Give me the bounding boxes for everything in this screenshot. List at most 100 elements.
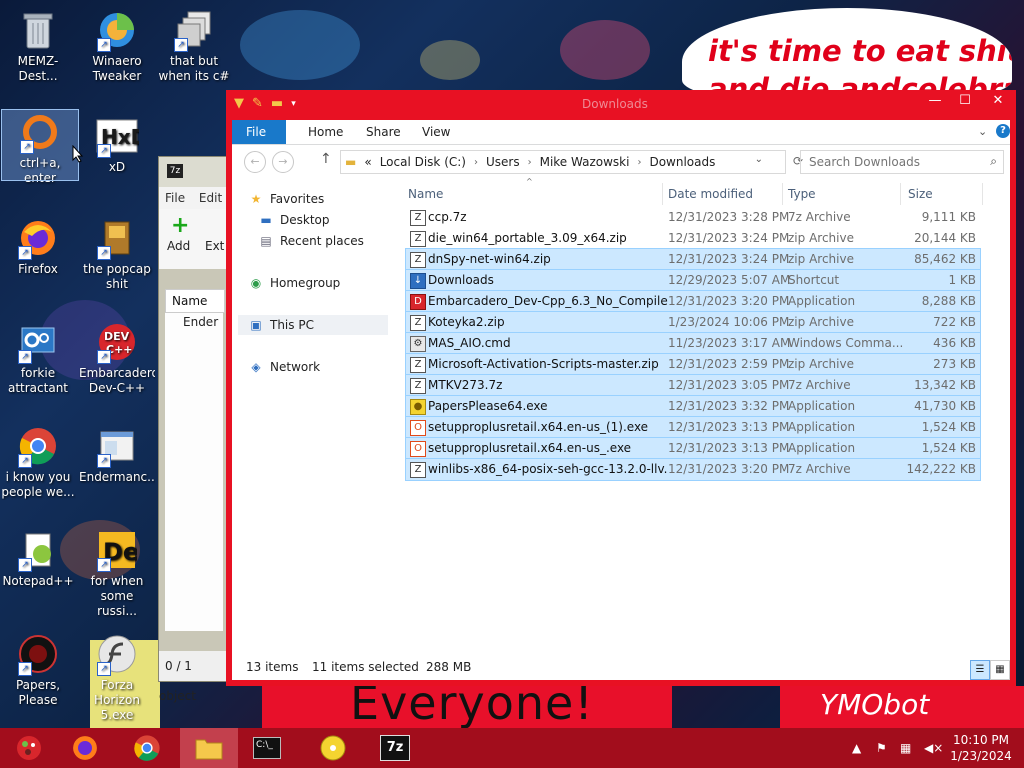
file-row[interactable]: Z MTKV273.7z 12/31/2023 3:05 PM 7z Archive 1… [405, 374, 981, 397]
file-row[interactable]: Z Microsoft-Activation-Scripts-master.zip… [405, 353, 981, 376]
crumb-separator-icon[interactable]: › [637, 157, 641, 168]
tray-show-hidden-icon[interactable]: ▲ [852, 728, 861, 768]
column-header-date[interactable]: Date modified [668, 183, 753, 205]
help-icon[interactable]: ? [996, 124, 1010, 138]
bg-col-name[interactable]: Name [165, 289, 225, 313]
desktop-icon-forza[interactable]: ↗ Forza Horizon 5.exe [79, 632, 155, 723]
speech-text-line1: it's time to eat shit [708, 34, 1012, 68]
desktop-icon-devcpp[interactable]: DEV C++ ↗ Embarcadero Dev-C++ [79, 320, 155, 396]
taskbar-chrome[interactable] [118, 728, 176, 768]
column-header-type[interactable]: Type [788, 183, 816, 205]
up-button[interactable]: ↑ [320, 151, 332, 167]
bg-row-item[interactable]: Ender [165, 313, 223, 331]
cmd-file-icon: ⚙ [410, 336, 426, 352]
nav-this-pc[interactable]: ▣ This PC [248, 315, 314, 335]
file-row[interactable]: Z Koteyka2.zip 1/23/2024 10:06 PM zip Archi… [405, 311, 981, 334]
tab-share[interactable]: Share [352, 120, 415, 144]
file-row[interactable]: Osetupproplusretail.x64.en-us_.exe 12/31/… [405, 437, 981, 460]
tab-view[interactable]: View [408, 120, 464, 144]
desktop-icon-papers-please[interactable]: ↗ Papers, Please [0, 632, 76, 708]
file-row[interactable]: ● PapersPlease64.exe 12/31/2023 3:32 PM App… [405, 395, 981, 418]
bg-tool-add[interactable]: Add [167, 239, 190, 253]
taskbar-disc[interactable] [304, 728, 362, 768]
crumb-separator-icon[interactable]: › [474, 157, 478, 168]
bg-menu-edit[interactable]: Edit [199, 191, 222, 205]
tray-flag-icon[interactable]: ⚑ [876, 728, 887, 768]
tab-file[interactable]: File [232, 120, 286, 144]
desktop-icon-popcap[interactable]: ↗ the popcap shit [79, 216, 155, 292]
address-bar[interactable]: ▬ « Local Disk (C:) › Users › Mike Wazow… [340, 150, 786, 174]
properties-icon[interactable]: ✎ [252, 96, 263, 111]
file-type: zip Archive [788, 315, 854, 329]
column-separator[interactable] [662, 183, 663, 205]
crumb-users[interactable]: Users [486, 155, 520, 169]
details-view-button[interactable]: ☰ [970, 660, 990, 680]
column-header-name[interactable]: Name [408, 183, 443, 205]
column-separator[interactable] [782, 183, 783, 205]
taskbar-cmd[interactable]: C:\_ [238, 728, 296, 768]
tray-volume-icon[interactable]: ◀× [924, 728, 943, 768]
taskbar-file-explorer[interactable] [180, 728, 238, 768]
back-button[interactable]: ← [244, 151, 266, 173]
file-row[interactable]: Zdie_win64_portable_3.09_x64.zip 12/31/20… [406, 228, 980, 249]
background-7zip-window[interactable]: 7z File Edit + Add Ext Name Ender 0 / 1 … [158, 156, 230, 703]
recycle-bin-icon [16, 8, 60, 52]
column-separator[interactable] [900, 183, 901, 205]
file-row[interactable]: Zccp.7z 12/31/2023 3:28 PM 7z Archive 9,111… [406, 207, 980, 228]
folder-down-icon[interactable]: ▼ [234, 96, 244, 111]
nav-homegroup[interactable]: ◉ Homegroup [248, 273, 341, 293]
file-row[interactable]: Zwinlibs-x86_64-posix-seh-gcc-13.2.0-llv… [405, 458, 981, 481]
taskbar-firefox[interactable] [56, 728, 114, 768]
bg-tool-extract[interactable]: Ext [205, 239, 224, 253]
desktop-icon-ctrl-a[interactable]: ↗ ctrl+a, enter [1, 109, 79, 185]
new-folder-icon[interactable]: ▬ [271, 96, 283, 111]
file-row[interactable]: Osetupproplusretail.x64.en-us_(1).exe 12/… [405, 416, 981, 439]
nav-recent[interactable]: ▤ Recent places [258, 231, 364, 251]
desktop-icon-csharp[interactable]: ↗ that but when its c# [156, 8, 232, 84]
desktop-icon-winaero[interactable]: ↗ Winaero Tweaker [79, 8, 155, 84]
crumb-downloads[interactable]: Downloads [649, 155, 715, 169]
start-button[interactable] [0, 728, 58, 768]
desktop-icon-xd[interactable]: HxD ↗ xD [79, 114, 155, 175]
desktop-icon-memz[interactable]: MEMZ-Dest... [0, 8, 76, 84]
forward-button[interactable]: → [272, 151, 294, 173]
search-input[interactable] [807, 151, 981, 173]
search-box[interactable]: ⌕ [800, 150, 1004, 174]
large-icons-view-button[interactable]: ▦ [990, 660, 1010, 680]
desktop-icon-de[interactable]: De ↗ for when some russi... [79, 528, 155, 619]
file-row[interactable]: D Embarcadero_Dev-Cpp_6.3_No_Compiler... 1… [405, 290, 981, 313]
taskbar-7zip[interactable]: 7z [366, 728, 424, 768]
tab-home[interactable]: Home [294, 120, 357, 144]
desktop-icon-notepadpp[interactable]: ↗ Notepad++ [0, 528, 76, 589]
desktop-icon-forkie[interactable]: ↗ forkie attractant [0, 320, 76, 396]
column-separator[interactable] [982, 183, 983, 205]
desktop-icon-firefox[interactable]: ↗ Firefox [0, 216, 76, 277]
explorer-window[interactable]: ▼ ✎ ▬ ▾ Downloads — ☐ ✕ File Home Share … [226, 90, 1016, 686]
desktop-icon-enderman[interactable]: ↗ Endermanc... [79, 424, 155, 485]
close-button[interactable]: ✕ [980, 90, 1016, 112]
minimize-button[interactable]: — [920, 90, 950, 112]
crumb-local-disk[interactable]: Local Disk (C:) [380, 155, 466, 169]
nav-network[interactable]: ◈ Network [248, 357, 320, 377]
crumb-separator-icon[interactable]: › [528, 157, 532, 168]
nav-favorites[interactable]: ★ Favorites [248, 189, 325, 209]
address-overflow[interactable]: « [364, 155, 371, 169]
ribbon-expand-icon[interactable]: ⌄ [978, 125, 987, 138]
file-size: 1,524 KB [921, 441, 976, 455]
folder-icon [195, 739, 223, 760]
bg-window-titlebar[interactable]: 7z [159, 157, 229, 187]
tray-network-icon[interactable]: ▦ [900, 728, 911, 768]
maximize-button[interactable]: ☐ [950, 90, 980, 112]
file-row[interactable]: ZdnSpy-net-win64.zip 12/31/2023 3:24 PM zi… [405, 248, 981, 271]
file-row[interactable]: ↓ Downloads 12/29/2023 5:07 AM Shortcut 1 KB [405, 269, 981, 292]
address-dropdown-icon[interactable]: ⌄ [755, 154, 763, 165]
desktop-icon-chrome[interactable]: ↗ i know you people we... [0, 424, 76, 500]
column-header-size[interactable]: Size [908, 183, 933, 205]
taskbar-clock[interactable]: 10:10 PM 1/23/2024 [948, 732, 1014, 764]
bg-menu-file[interactable]: File [165, 191, 185, 205]
file-row[interactable]: ⚙ MAS_AIO.cmd 11/23/2023 3:17 AM Windows Co… [405, 332, 981, 355]
crumb-user-folder[interactable]: Mike Wazowski [540, 155, 630, 169]
nav-desktop[interactable]: ▬ Desktop [258, 210, 329, 230]
qat-dropdown-icon[interactable]: ▾ [291, 99, 296, 109]
explorer-titlebar[interactable]: ▼ ✎ ▬ ▾ Downloads — ☐ ✕ [226, 90, 1016, 120]
